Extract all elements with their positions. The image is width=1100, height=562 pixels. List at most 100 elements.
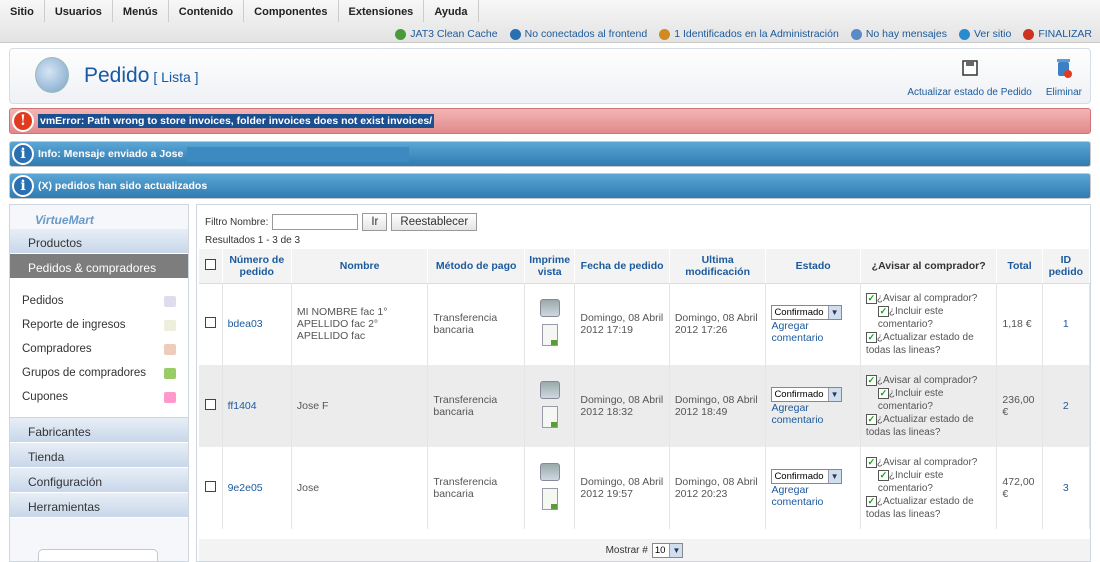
include-comment-checkbox[interactable]: ✓ [877, 305, 889, 317]
menu-item-usuarios[interactable]: Usuarios [45, 0, 113, 22]
status-item[interactable]: Ver sitio [958, 28, 1012, 40]
include-comment-checkbox[interactable]: ✓ [877, 469, 889, 481]
print-icon[interactable] [539, 463, 560, 481]
order-number-link[interactable]: ff1404 [228, 400, 257, 412]
sidebar-subitem[interactable]: Cupones [10, 385, 188, 409]
status-select[interactable]: Confirmado ▼ [771, 304, 842, 320]
status-value: Confirmado [774, 306, 824, 318]
status-label: No hay mensajes [865, 28, 947, 40]
order-total: 236,00 € [996, 365, 1043, 447]
menu-item-contenido[interactable]: Contenido [169, 0, 245, 22]
order-number-link[interactable]: 9e2e05 [228, 482, 263, 494]
order-total: 1,18 € [996, 283, 1043, 365]
include-comment-checkbox-row: ✓ ¿Incluir este comentario? [866, 469, 991, 495]
update-lines-checkbox[interactable]: ✓ [865, 495, 877, 507]
sidebar-item-productos[interactable]: Productos [10, 229, 188, 254]
add-comment-link[interactable]: Agregar comentario [771, 484, 823, 508]
select-all-checkbox[interactable] [204, 258, 216, 270]
order-id-cell: 2 [1042, 365, 1091, 447]
sidebar-item[interactable]: Tienda [10, 443, 188, 468]
results-count: Resultados 1 - 3 de 3 [205, 235, 301, 246]
status-select[interactable]: Confirmado ▼ [771, 386, 842, 402]
column-header[interactable]: Total [996, 249, 1043, 284]
select-all-header [199, 249, 223, 284]
status-item[interactable]: JAT3 Clean Cache [395, 28, 498, 40]
menu-item-extensiones[interactable]: Extensiones [339, 0, 425, 22]
order-number-link[interactable]: bdea03 [228, 318, 263, 330]
notify-checkbox-label: ¿Avisar al comprador? [876, 374, 978, 386]
sidebar-item[interactable]: Fabricantes [10, 418, 188, 443]
chevron-down-icon: ▼ [669, 543, 683, 557]
column-header[interactable]: Imprime vista [524, 249, 576, 284]
notify-checkbox[interactable]: ✓ [865, 292, 877, 304]
go-button[interactable]: Ir [362, 213, 388, 231]
update-status-button[interactable]: Actualizar estado de Pedido [907, 57, 1032, 98]
notify-checkbox-row: ✓ ¿Avisar al comprador? [865, 292, 991, 305]
notify-cell: ✓ ¿Avisar al comprador? ✓ ¿Incluir este com… [860, 283, 998, 365]
sidebar-subitem[interactable]: Pedidos [10, 289, 188, 313]
order-id-link[interactable]: 1 [1063, 318, 1069, 330]
menu-item-ayuda[interactable]: Ayuda [424, 0, 479, 22]
order-id-link[interactable]: 2 [1063, 400, 1069, 412]
print-icon[interactable] [539, 381, 560, 399]
row-select-cell [199, 283, 223, 365]
sidebar-item[interactable]: Configuración [10, 468, 188, 493]
column-header[interactable]: Nombre [291, 249, 429, 284]
invoice-icon[interactable] [541, 488, 558, 510]
sidebar-subitem-label: Grupos de compradores [22, 367, 147, 379]
invoice-icon[interactable] [541, 406, 558, 428]
notify-checkbox[interactable]: ✓ [865, 456, 877, 468]
filter-name-input[interactable] [272, 214, 359, 230]
row-checkbox[interactable] [204, 317, 216, 329]
column-header[interactable]: Número de pedido [222, 249, 292, 284]
table-row: bdea03 MI NOMBRE fac 1° APELLIDO fac 2° A… [199, 283, 1091, 365]
pagination-footer: Mostrar # 10 ▼ [199, 539, 1090, 561]
page-size-select[interactable]: 10 ▼ [651, 542, 684, 558]
payment-method: Transferencia bancaria [427, 283, 525, 365]
update-lines-checkbox[interactable]: ✓ [865, 413, 877, 425]
status-value: Confirmado [774, 388, 824, 400]
order-id-link[interactable]: 3 [1063, 482, 1069, 494]
include-comment-checkbox[interactable]: ✓ [877, 387, 889, 399]
menu-item-componentes[interactable]: Componentes [244, 0, 339, 22]
add-comment-link[interactable]: Agregar comentario [771, 320, 823, 344]
row-checkbox[interactable] [204, 399, 216, 410]
power-icon [1023, 28, 1035, 40]
print-view-cell [524, 365, 576, 447]
sidebar-subitem[interactable]: Reporte de ingresos [10, 313, 188, 337]
notify-checkbox[interactable]: ✓ [865, 374, 877, 386]
status-select[interactable]: Confirmado ▼ [771, 468, 842, 484]
menu-item-menús[interactable]: Menús [113, 0, 169, 22]
column-header[interactable]: Estado [765, 249, 861, 284]
print-icon[interactable] [539, 299, 560, 318]
status-label: Ver sitio [973, 28, 1012, 40]
reset-button[interactable]: Reestablecer [391, 213, 478, 231]
update-lines-checkbox[interactable]: ✓ [865, 331, 877, 343]
sidebar: VirtueMart Productos Pedidos & comprador… [9, 204, 189, 562]
page-header: Pedido[ Lista ] Actualizar estado de Ped… [9, 48, 1091, 104]
status-item[interactable]: No conectados al frontend [509, 28, 647, 40]
print-view-cell [524, 283, 576, 365]
column-header[interactable]: Fecha de pedido [574, 249, 670, 284]
sidebar-item-pedidos-compradores[interactable]: Pedidos & compradores [10, 254, 188, 279]
sidebar-subitem[interactable]: Grupos de compradores [10, 361, 188, 385]
status-item[interactable]: 1 Identificados en la Administración [659, 28, 839, 40]
updated-message: i (X) pedidos han sido actualizados [9, 173, 1091, 199]
menu-item-sitio[interactable]: Sitio [0, 0, 45, 22]
sidebar-item[interactable]: Herramientas [10, 493, 188, 518]
column-header[interactable]: ID pedido [1042, 249, 1091, 284]
row-checkbox[interactable] [204, 481, 216, 492]
sidebar-subitem[interactable]: Compradores [10, 337, 188, 361]
orders-table: Número de pedido Nombre Método de pago Impr… [199, 249, 1091, 529]
modified-date: Domingo, 08 Abril 2012 17:26 [669, 283, 767, 365]
column-header[interactable]: Método de pago [427, 249, 525, 284]
column-header[interactable]: ¿Avisar al comprador? [860, 249, 998, 284]
delete-button[interactable]: Eliminar [1046, 57, 1082, 98]
status-item[interactable]: FINALIZAR [1023, 28, 1092, 40]
status-cell: Confirmado ▼ Agregar comentario [765, 365, 861, 447]
add-comment-link[interactable]: Agregar comentario [771, 402, 823, 426]
invoice-icon[interactable] [541, 324, 558, 347]
update-lines-checkbox-row: ✓ ¿Actualizar estado de todas las lineas? [865, 413, 991, 439]
status-item[interactable]: No hay mensajes [850, 28, 947, 40]
column-header[interactable]: Ultima modificación [669, 249, 767, 284]
